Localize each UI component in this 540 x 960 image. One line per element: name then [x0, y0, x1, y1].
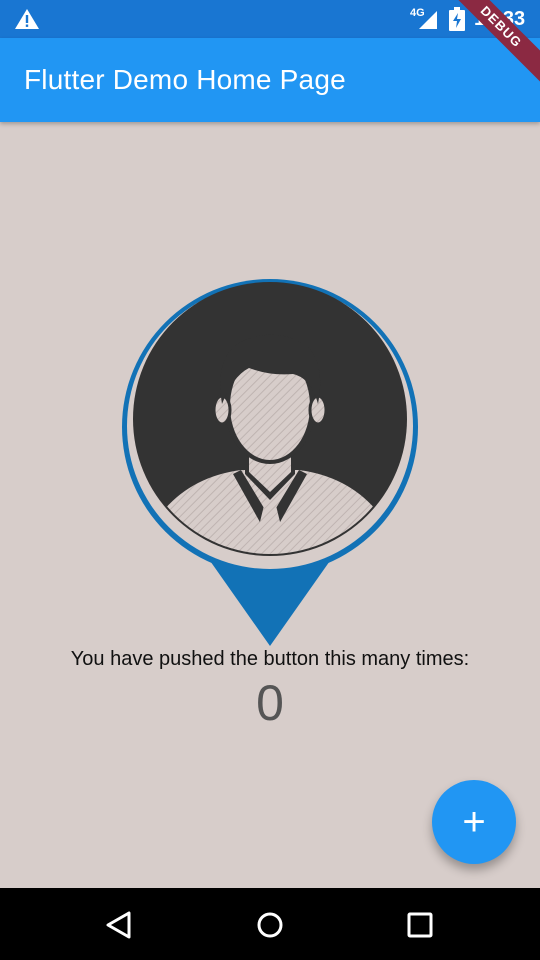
battery-charging-icon	[449, 7, 465, 31]
plus-icon: +	[462, 800, 486, 844]
counter-value: 0	[256, 675, 284, 731]
user-location-pin-icon	[122, 279, 418, 646]
recents-icon[interactable]	[405, 910, 435, 940]
signal-icon	[419, 11, 437, 29]
status-bar: 4G 10:33	[0, 0, 540, 38]
counter-label: You have pushed the button this many tim…	[70, 648, 470, 670]
warning-icon	[15, 9, 39, 29]
page-title: Flutter Demo Home Page	[24, 64, 346, 95]
increment-button[interactable]: +	[432, 780, 516, 864]
app-bar: Flutter Demo Home Page	[0, 38, 540, 122]
back-icon[interactable]	[104, 910, 134, 940]
home-icon[interactable]	[255, 910, 285, 940]
navigation-bar	[0, 888, 540, 960]
